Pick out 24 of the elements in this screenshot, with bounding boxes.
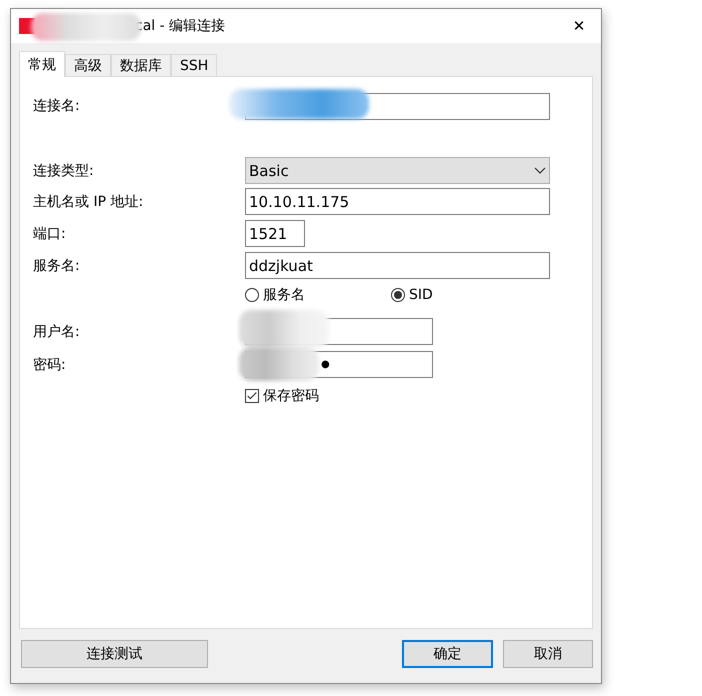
ok-button[interactable]: 确定: [402, 640, 493, 668]
input-field[interactable]: 10.10.11.175: [245, 188, 550, 215]
field-label: 连接名:: [33, 97, 81, 115]
cancel-button[interactable]: 取消: [503, 640, 593, 668]
test-connection-button[interactable]: 连接测试: [21, 640, 208, 668]
password-dot: ●: [321, 359, 330, 370]
tab[interactable]: 数据库: [111, 54, 171, 76]
field-label: 用户名:: [33, 322, 81, 340]
field-label: 服务名:: [33, 256, 81, 274]
input-field[interactable]: 1521: [245, 220, 305, 247]
save-password-checkbox[interactable]: 保存密码: [245, 381, 592, 411]
field-label: 连接类型:: [33, 162, 95, 180]
dropdown[interactable]: Basic: [245, 157, 550, 184]
field-label: 端口:: [33, 224, 67, 242]
tab[interactable]: 常规: [19, 51, 65, 77]
field-label: 主机名或 IP 地址:: [33, 192, 144, 210]
input-field[interactable]: ddzjkuat: [245, 252, 550, 279]
radio-option[interactable]: SID: [391, 287, 537, 303]
tab[interactable]: 高级: [65, 54, 111, 76]
close-button[interactable]: ✕: [557, 16, 601, 36]
field-label: 密码:: [33, 356, 67, 374]
chevron-down-icon: [534, 166, 546, 174]
tab[interactable]: SSH: [171, 54, 218, 76]
radio-option[interactable]: 服务名: [245, 286, 391, 304]
